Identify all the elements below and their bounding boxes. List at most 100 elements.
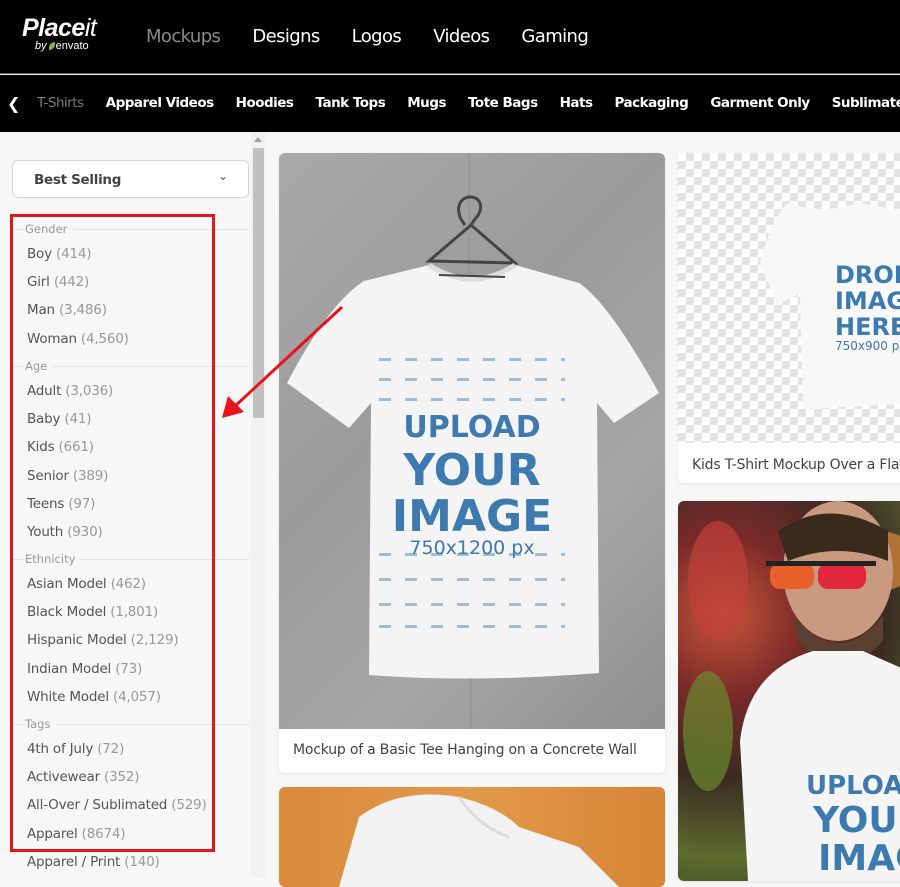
filter-option-label: Baby xyxy=(27,411,61,428)
category-tank-tops[interactable]: Tank Tops xyxy=(315,95,385,111)
nav-mockups[interactable]: Mockups xyxy=(146,26,221,47)
nav-gaming[interactable]: Gaming xyxy=(521,26,588,47)
filter-option[interactable]: Senior (389) xyxy=(27,468,108,484)
nav-videos[interactable]: Videos xyxy=(433,26,490,47)
category-t-shirts[interactable]: T-Shirts xyxy=(37,95,84,111)
filter-option-label: Youth xyxy=(27,524,64,540)
mockup-card[interactable]: UPLOAD YOUR IMAGE xyxy=(678,501,900,881)
filter-option-label: White Model xyxy=(27,688,109,705)
mockup-card[interactable]: UPLOAD YOUR IMAGE 750x1200 px Mockup of … xyxy=(279,153,665,773)
print-line-1: DROP xyxy=(835,261,900,289)
filter-option-label: Apparel / Print xyxy=(27,853,121,870)
filter-option[interactable]: Woman (4,560) xyxy=(27,331,129,347)
filter-option[interactable]: Activewear (352) xyxy=(27,769,140,786)
category-bar: ❮ T-Shirts Apparel Videos Hoodies Tank T… xyxy=(0,75,900,132)
category-garment-only[interactable]: Garment Only xyxy=(710,95,810,111)
filter-option[interactable]: Girl (442) xyxy=(27,274,89,290)
logo-text-bold: Place xyxy=(22,14,85,42)
filter-group-title-age: Age xyxy=(25,359,54,373)
filter-option-count: (97) xyxy=(68,495,96,512)
filter-option-label: Kids xyxy=(27,439,55,456)
filter-option-label: Woman xyxy=(27,330,77,347)
filter-option[interactable]: Apparel / Print (140) xyxy=(27,854,160,870)
filter-option-count: (8674) xyxy=(81,825,126,842)
filter-option[interactable]: Kids (661) xyxy=(27,439,94,455)
print-line-4: 750x900 px xyxy=(835,339,900,353)
logo-envato: envato xyxy=(55,40,89,52)
filter-option[interactable]: Baby (41) xyxy=(27,411,92,428)
print-line-1: UPLOAD xyxy=(806,771,900,801)
category-list: T-Shirts Apparel Videos Hoodies Tank Top… xyxy=(37,95,900,111)
filter-option[interactable]: Man (3,486) xyxy=(27,302,107,318)
sort-dropdown[interactable]: Best Selling ⌄ xyxy=(12,160,249,198)
mockup-title[interactable]: Kids T-Shirt Mockup Over a Flat xyxy=(692,457,900,473)
filter-option[interactable]: Adult (3,036) xyxy=(27,383,113,399)
mockup-thumbnail[interactable] xyxy=(279,787,665,887)
filter-option-count: (73) xyxy=(115,660,143,677)
filter-group-title-tags: Tags xyxy=(25,717,57,731)
chevron-left-icon[interactable]: ❮ xyxy=(7,94,20,113)
filter-option-count: (1,801) xyxy=(110,604,159,621)
filter-option-count: (4,560) xyxy=(80,330,129,347)
filter-option-label: Senior xyxy=(27,467,69,484)
filter-option-count: (661) xyxy=(58,439,95,456)
nav-designs[interactable]: Designs xyxy=(252,26,320,47)
folded-tshirt-image xyxy=(339,794,619,887)
filter-option-count: (389) xyxy=(72,467,109,484)
filter-option-label: Indian Model xyxy=(27,660,112,677)
filter-option-count: (2,129) xyxy=(130,632,179,649)
sidebar-scrollbar[interactable] xyxy=(251,132,266,877)
filter-option-count: (442) xyxy=(53,274,90,291)
logo-text-light: it xyxy=(84,14,97,42)
placeit-logo[interactable]: Placeit by envato xyxy=(22,14,97,53)
mockup-title[interactable]: Mockup of a Basic Tee Hanging on a Concr… xyxy=(293,742,637,758)
filter-option-label: Apparel xyxy=(27,825,78,842)
category-hoodies[interactable]: Hoodies xyxy=(236,95,294,111)
filter-option[interactable]: 4th of July (72) xyxy=(27,741,124,757)
filter-option[interactable]: All-Over / Sublimated (529) xyxy=(27,797,207,813)
mockup-thumbnail[interactable]: UPLOAD YOUR IMAGE 750x1200 px xyxy=(279,153,665,729)
filter-option[interactable]: White Model (4,057) xyxy=(27,689,161,705)
category-tote-bags[interactable]: Tote Bags xyxy=(468,95,538,111)
print-line-1: UPLOAD xyxy=(403,410,541,445)
filter-option[interactable]: Black Model (1,801) xyxy=(27,604,158,620)
filter-option[interactable]: Teens (97) xyxy=(27,496,95,512)
mockup-card[interactable] xyxy=(279,787,665,887)
filter-option-count: (352) xyxy=(104,769,140,786)
mockup-thumbnail[interactable]: UPLOAD YOUR IMAGE xyxy=(678,501,900,881)
filter-option[interactable]: Apparel (8674) xyxy=(27,825,126,842)
filter-option-count: (414) xyxy=(56,246,92,262)
filter-option-label: Teens xyxy=(27,495,65,512)
category-mugs[interactable]: Mugs xyxy=(407,95,446,111)
category-sublimated[interactable]: Sublimated xyxy=(832,95,900,111)
filter-option-count: (930) xyxy=(67,524,103,540)
filter-option-count: (4,057) xyxy=(112,688,161,705)
sort-selected: Best Selling xyxy=(34,172,122,188)
mockup-card[interactable]: DROP IMAGE HERE 750x900 px Kids T-Shirt … xyxy=(678,153,900,483)
filter-option[interactable]: Boy (414) xyxy=(27,246,92,262)
scrollbar-thumb[interactable] xyxy=(253,148,264,418)
filter-option[interactable]: Indian Model (73) xyxy=(27,661,142,677)
filter-option-count: (3,036) xyxy=(65,383,114,399)
filter-option[interactable]: Hispanic Model (2,129) xyxy=(27,632,179,649)
mockup-thumbnail[interactable]: DROP IMAGE HERE 750x900 px xyxy=(678,153,900,443)
chevron-down-icon: ⌄ xyxy=(217,169,228,183)
scroll-up-arrow-icon[interactable] xyxy=(254,137,262,142)
main-nav: Mockups Designs Logos Videos Gaming xyxy=(146,26,620,47)
top-navigation-bar: Placeit by envato Mockups Designs Logos V… xyxy=(0,0,900,74)
filter-option-label: Girl xyxy=(27,274,50,291)
filter-group-title-gender: Gender xyxy=(25,222,74,236)
category-packaging[interactable]: Packaging xyxy=(615,95,689,111)
category-hats[interactable]: Hats xyxy=(560,95,593,111)
filter-option-label: Activewear xyxy=(27,769,100,786)
filter-option-label: Black Model xyxy=(27,604,107,621)
nav-logos[interactable]: Logos xyxy=(352,26,402,47)
filter-option-count: (140) xyxy=(124,853,160,870)
print-line-4: 750x1200 px xyxy=(409,537,535,559)
filter-option[interactable]: Youth (930) xyxy=(27,524,103,540)
filter-option[interactable]: Asian Model (462) xyxy=(27,576,146,592)
filter-option-label: Hispanic Model xyxy=(27,632,127,649)
print-line-2: IMAGE xyxy=(835,287,900,315)
filter-option-label: 4th of July xyxy=(27,741,94,757)
category-apparel-videos[interactable]: Apparel Videos xyxy=(106,95,215,111)
